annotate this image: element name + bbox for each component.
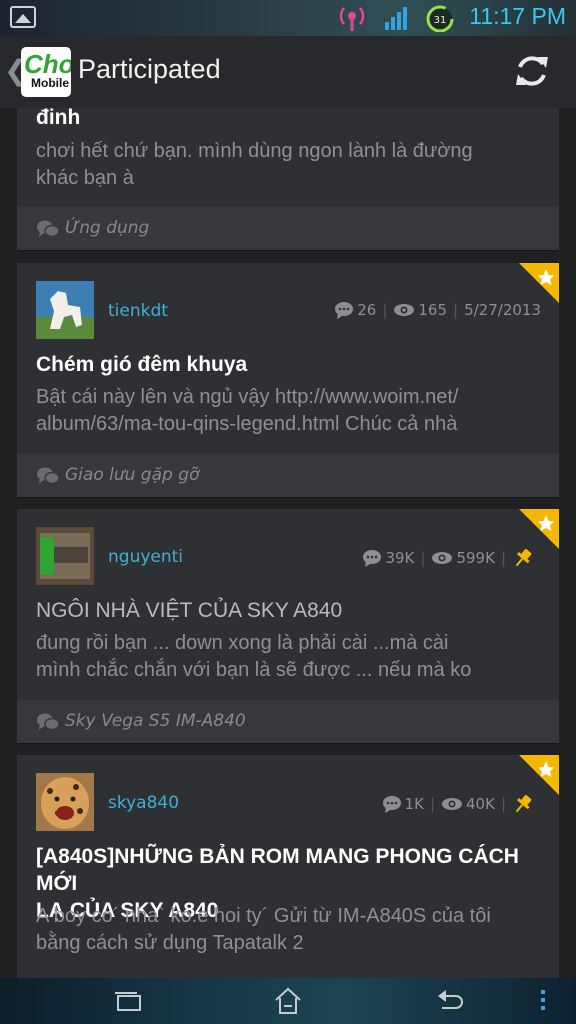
avatar[interactable] — [36, 773, 94, 831]
signal-icon — [385, 7, 407, 30]
pin-icon — [515, 548, 532, 567]
battery-ring-icon: 31 — [426, 5, 454, 32]
forum-name: Giao lưu gặp gỡ — [65, 465, 200, 485]
avatar[interactable] — [36, 527, 94, 585]
topic-date: 5/27/2013 — [464, 301, 541, 319]
replies-icon — [382, 796, 401, 813]
topic-title: Chém gió đêm khuya — [36, 353, 248, 376]
topic-card[interactable]: nguyenti 39K | 599K | NGÔI NHÀ VIỆT CỦA … — [17, 509, 559, 744]
topic-footer: Giao lưu gặp gỡ — [17, 454, 559, 497]
topic-footer: Sky Vega S5 IM-A840 — [17, 700, 559, 743]
view-count: 40K — [466, 795, 495, 813]
topic-excerpt: đung rồi bạn ... down xong là phải cài .… — [36, 632, 472, 681]
topic-card[interactable]: skya840 1K | 40K | [A840S]NHỮNG BẢN ROM … — [17, 755, 559, 978]
topic-excerpt: Bật cái này lên và ngủ vậy http://www.wo… — [36, 386, 459, 435]
reply-count: 1K — [404, 795, 424, 813]
view-count: 165 — [418, 301, 448, 319]
refresh-icon[interactable] — [512, 51, 552, 91]
star-badge-icon — [519, 755, 559, 795]
page-title: Participated — [78, 54, 221, 84]
forum-icon — [37, 713, 60, 731]
topic-stats: 39K | 599K | — [362, 547, 537, 569]
logo-text-sub: Mobile — [31, 76, 69, 90]
forum-name: Ứng dụng — [65, 218, 150, 238]
views-icon — [394, 304, 415, 316]
star-badge-icon — [519, 263, 559, 303]
views-icon — [432, 552, 453, 564]
system-nav-bar — [0, 978, 576, 1024]
view-count: 599K — [456, 549, 495, 567]
views-icon — [442, 798, 462, 810]
recent-apps-icon[interactable] — [112, 986, 144, 1016]
topic-stats: 1K | 40K | — [382, 793, 537, 815]
topic-stats: 26 | 165 | 5/27/2013 — [334, 301, 541, 319]
back-icon[interactable] — [434, 986, 466, 1016]
topic-list: đinh chơi hết chứ bạn. mình dùng ngon là… — [0, 108, 576, 978]
app-logo[interactable]: Choi Mobile — [21, 47, 71, 97]
username[interactable]: skya840 — [108, 793, 179, 813]
topic-footer: Ứng dụng — [17, 207, 559, 250]
topic-excerpt: chơi hết chứ bạn. mình dùng ngon lành là… — [36, 140, 473, 189]
forum-name: Sky Vega S5 IM-A840 — [65, 711, 246, 731]
gallery-notification-icon — [10, 6, 36, 28]
forum-icon — [37, 467, 60, 485]
home-icon[interactable] — [272, 986, 304, 1016]
action-bar: ❮ Choi Mobile Participated — [0, 36, 576, 108]
topic-title: đinh — [36, 108, 81, 129]
avatar[interactable] — [36, 281, 94, 339]
status-bar: 31 11:17 PM — [0, 0, 576, 36]
reply-count: 39K — [385, 549, 415, 567]
topic-card[interactable]: đinh chơi hết chứ bạn. mình dùng ngon là… — [17, 108, 559, 251]
username[interactable]: nguyenti — [108, 547, 183, 567]
pin-icon — [515, 794, 532, 813]
topic-excerpt: A boy co´ nha` ko.e hoi ty´ Gửi từ IM-A8… — [36, 905, 491, 954]
hotspot-icon — [339, 7, 365, 31]
menu-overflow-icon[interactable] — [538, 986, 548, 1016]
username[interactable]: tienkdt — [108, 301, 168, 321]
reply-count: 26 — [357, 301, 377, 319]
topic-card[interactable]: tienkdt 26 | 165 | 5/27/2013 Chém gió đê… — [17, 263, 559, 498]
replies-icon — [335, 302, 354, 319]
topic-title: NGÔI NHÀ VIỆT CỦA SKY A840 — [36, 599, 343, 622]
star-badge-icon — [519, 509, 559, 549]
replies-icon — [363, 550, 382, 567]
clock: 11:17 PM — [469, 3, 566, 29]
calendar-day: 31 — [434, 15, 447, 26]
forum-icon — [37, 220, 60, 238]
